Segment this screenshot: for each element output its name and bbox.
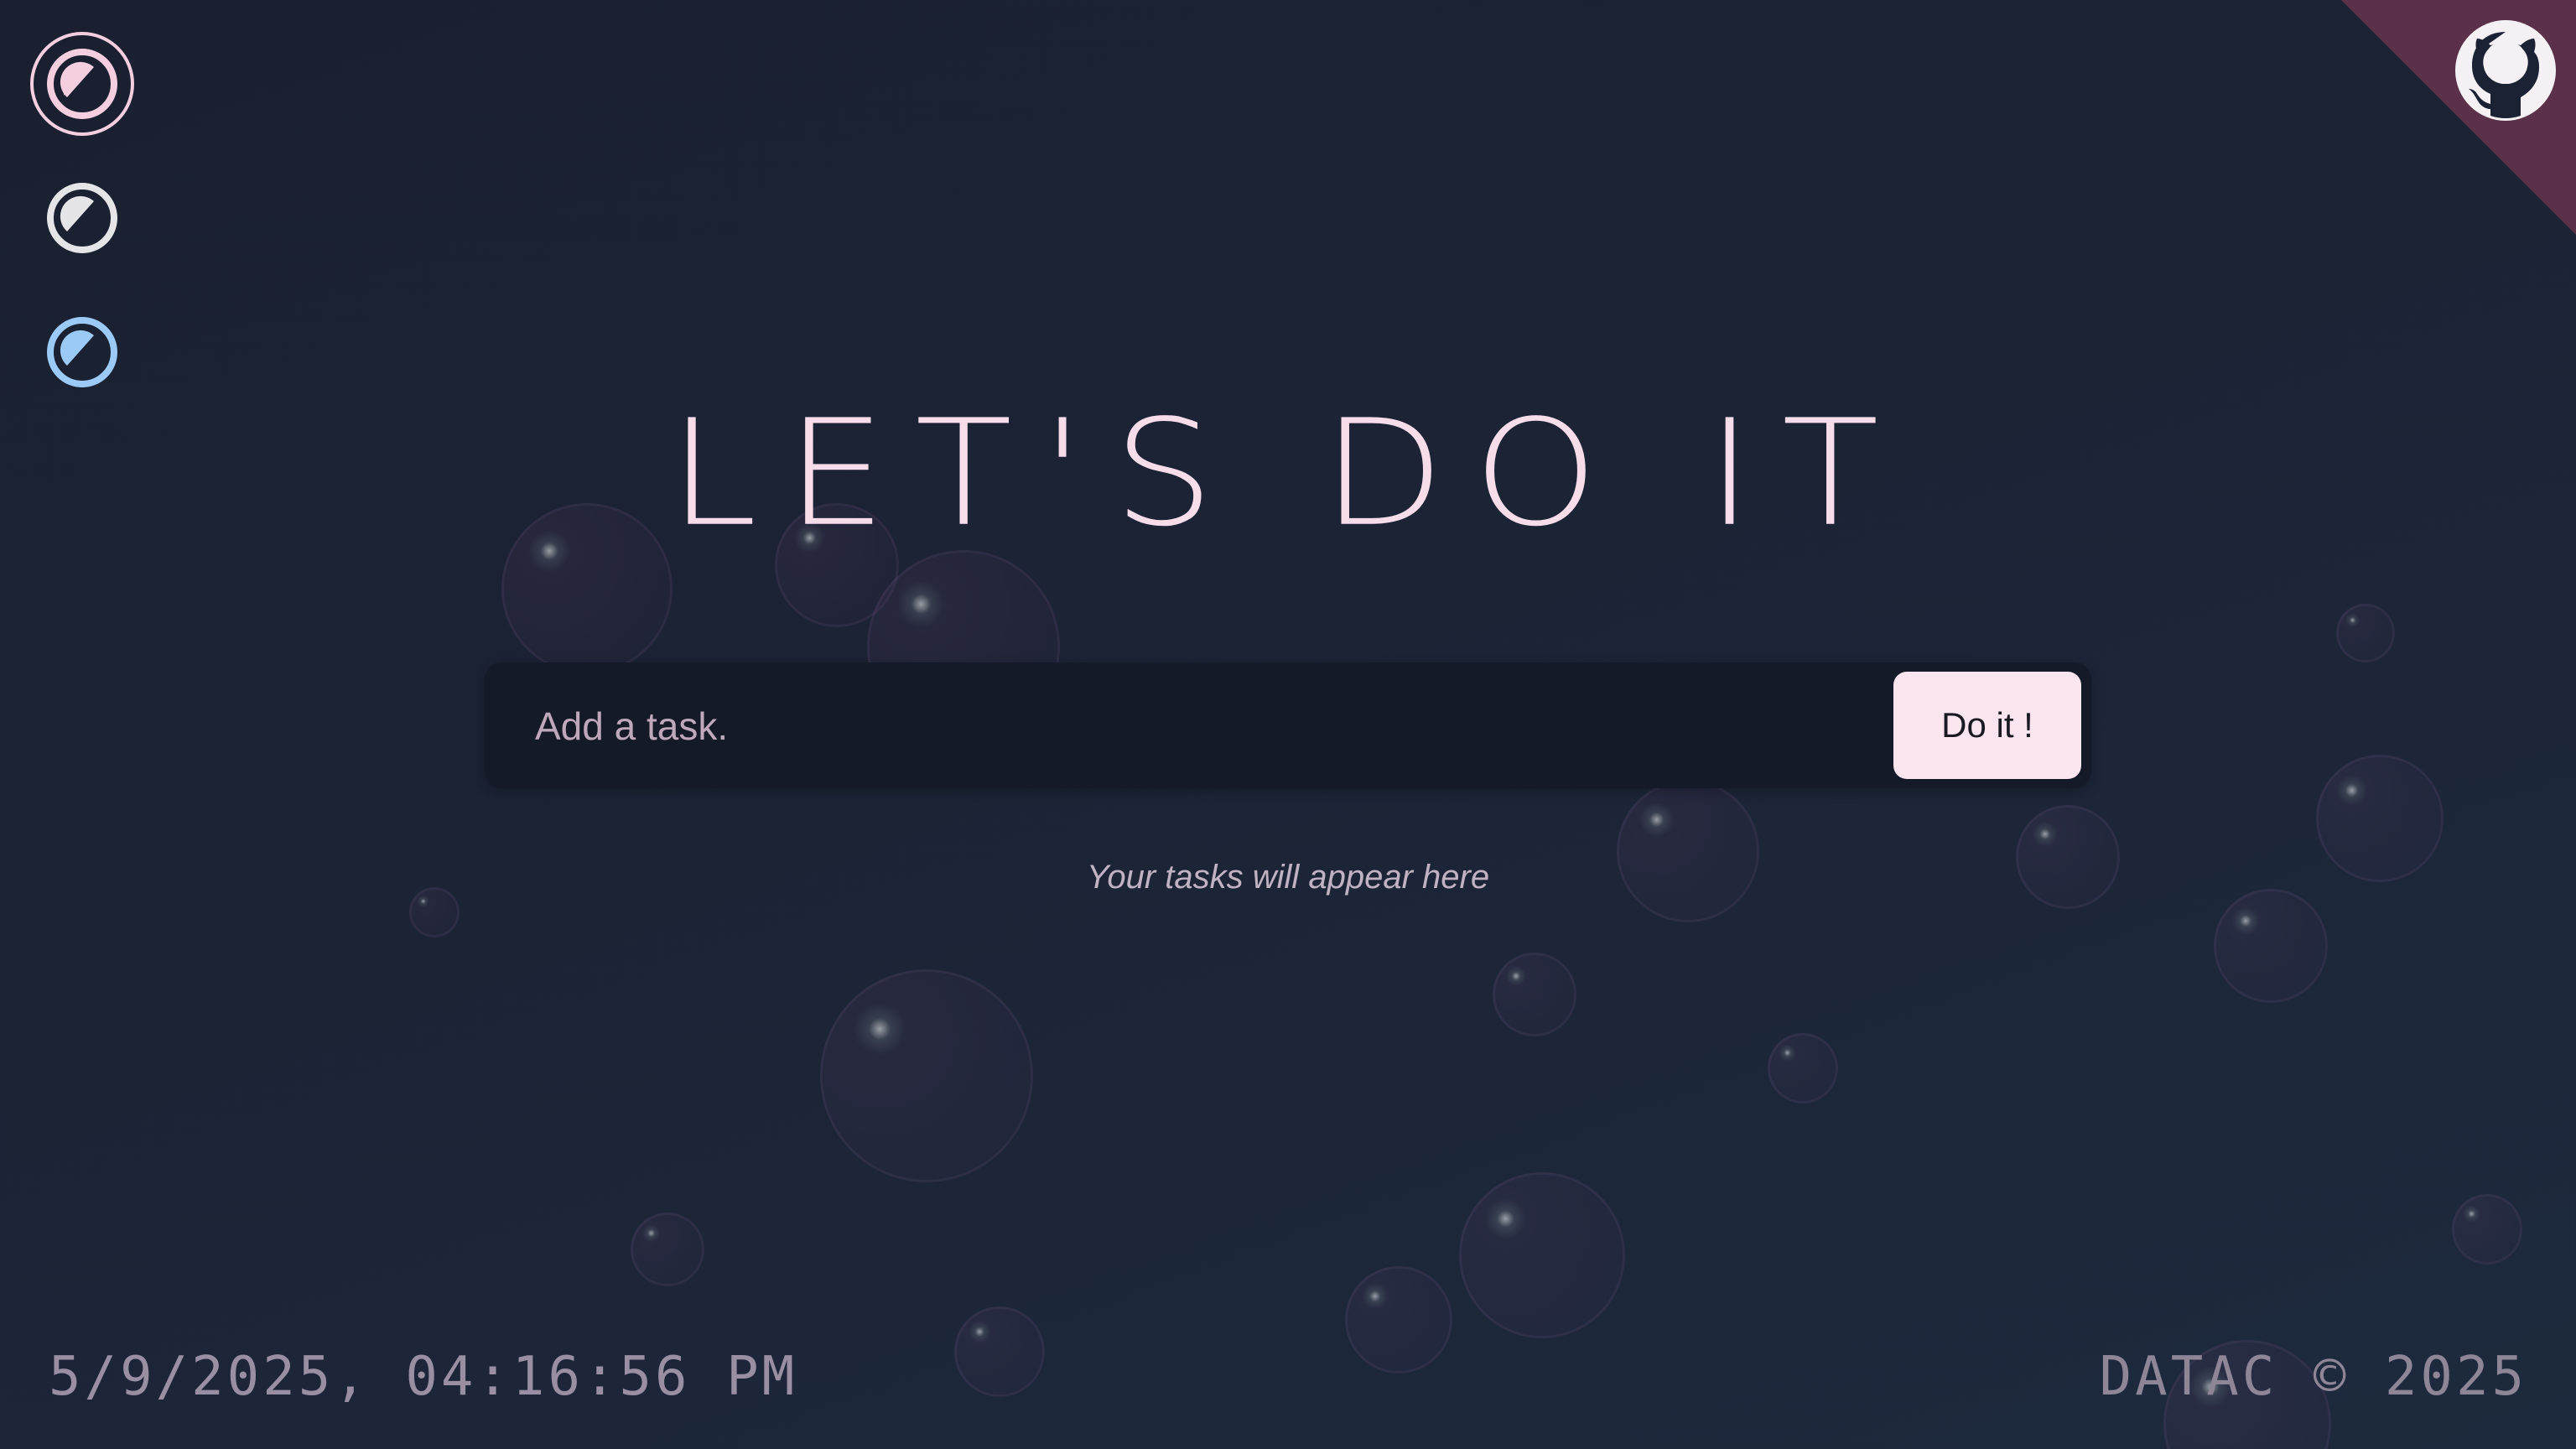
bubble-decoration: [1345, 1266, 1452, 1374]
bubble-decoration: [1493, 953, 1576, 1036]
add-task-button[interactable]: Do it !: [1893, 672, 2081, 779]
bubble-decoration: [1617, 780, 1759, 922]
github-icon[interactable]: [2450, 15, 2561, 126]
bubble-decoration: [954, 1306, 1045, 1397]
task-form: Do it !: [485, 662, 2091, 790]
bubble-decoration: [2336, 604, 2395, 662]
page-title: LET'S DO IT: [668, 387, 1908, 559]
theme-gray-button[interactable]: [44, 179, 121, 257]
theme-blue-button[interactable]: [44, 314, 121, 391]
bubble-decoration: [820, 969, 1033, 1182]
theme-pink-icon: [47, 49, 117, 119]
theme-pink-button[interactable]: [30, 32, 134, 136]
empty-tasks-message: Your tasks will appear here: [1086, 859, 1490, 896]
bubble-decoration: [1768, 1033, 1838, 1104]
bubble-decoration: [2452, 1194, 2522, 1265]
task-input[interactable]: [533, 662, 1878, 790]
datetime-display: 5/9/2025, 04:16:56 PM: [49, 1346, 798, 1408]
bubble-decoration: [1459, 1172, 1625, 1338]
theme-blue-icon: [47, 317, 117, 387]
copyright-text: DATAC © 2025: [2099, 1346, 2527, 1408]
bubble-decoration: [2214, 889, 2328, 1003]
theme-gray-icon: [47, 183, 117, 253]
bubble-decoration: [631, 1213, 704, 1286]
